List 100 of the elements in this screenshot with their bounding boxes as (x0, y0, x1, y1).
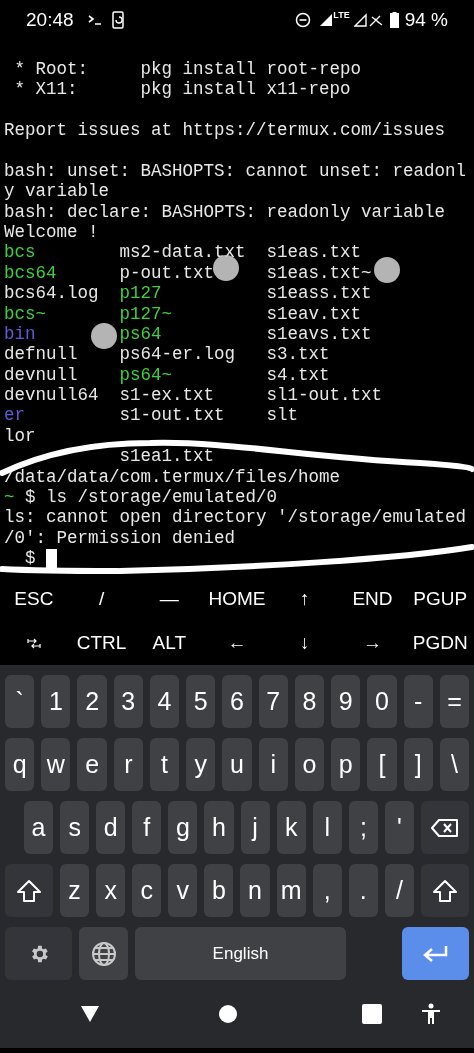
keyboard-key[interactable]: f (132, 801, 162, 854)
language-key[interactable] (79, 927, 128, 980)
keyboard-key[interactable]: , (312, 864, 342, 917)
keyboard-key[interactable]: v (168, 864, 198, 917)
keyboard-key[interactable]: 3 (113, 675, 143, 728)
extra-key[interactable]: ESC (0, 577, 68, 621)
keyboard-key[interactable]: x (96, 864, 126, 917)
enter-key[interactable] (402, 927, 469, 980)
keyboard-key[interactable]: u (222, 738, 252, 791)
file-name: devnull (4, 364, 78, 385)
keyboard-key[interactable]: s (60, 801, 90, 854)
prompt-symbol: $ (25, 548, 36, 569)
extra-key[interactable]: PGDN (406, 621, 474, 665)
enter-arrow-icon (421, 943, 450, 964)
keyboard-key[interactable]: z (60, 864, 90, 917)
file-name: ps64-er.log (119, 344, 236, 365)
keyboard-key[interactable]: 8 (294, 675, 325, 728)
keyboard-key[interactable]: e (77, 738, 107, 791)
keyboard-key[interactable]: ; (348, 801, 378, 854)
keyboard-key[interactable]: k (276, 801, 306, 854)
file-name: defnull (4, 344, 78, 365)
keyboard-key[interactable]: j (240, 801, 270, 854)
terminal-line: Report issues at https://termux.com/issues (4, 120, 446, 141)
keyboard-key[interactable]: 0 (367, 675, 397, 728)
terminal-line: /data/data/com.termux/files/home (4, 466, 341, 487)
keyboard-key[interactable]: 5 (186, 675, 216, 728)
command-text: ls /storage/emulated/0 (46, 486, 278, 508)
signal-icon (319, 13, 334, 27)
extra-key[interactable]: / (67, 577, 136, 621)
keyboard-key[interactable]: 2 (77, 675, 107, 728)
keyboard-key[interactable]: . (348, 864, 378, 917)
space-key[interactable]: English (135, 927, 346, 980)
extra-key[interactable]: ↑ (270, 577, 339, 621)
file-name: s1eavs.txt (266, 323, 372, 344)
extra-key[interactable]: END (338, 577, 407, 621)
backspace-icon (431, 817, 460, 838)
file-name: bcs~ (4, 303, 46, 324)
keyboard-key[interactable]: m (276, 864, 306, 917)
keyboard-key[interactable]: ' (384, 801, 415, 854)
keyboard-key[interactable]: ] (403, 738, 433, 791)
shift-key[interactable] (420, 864, 469, 917)
keyboard-key[interactable]: - (403, 675, 433, 728)
keyboard-key[interactable]: l (312, 801, 342, 854)
keyboard-key[interactable]: r (113, 738, 143, 791)
keyboard-key[interactable]: \ (439, 738, 470, 791)
file-name: ps64~ (119, 364, 173, 385)
keyboard-key[interactable]: w (41, 738, 71, 791)
keyboard-key[interactable]: g (168, 801, 198, 854)
file-name: s1-ex.txt (119, 385, 215, 405)
accessibility-icon[interactable] (421, 1003, 441, 1025)
keyboard-key[interactable]: 7 (258, 675, 288, 728)
tab-icon (26, 637, 41, 649)
keyboard-key[interactable]: n (240, 864, 270, 917)
file-name: bcs (4, 242, 36, 263)
file-name: lor (4, 425, 36, 446)
file-name: p127 (119, 283, 162, 304)
extra-key[interactable]: → (338, 621, 407, 665)
extra-key[interactable]: ↓ (270, 621, 339, 665)
file-name: er (4, 405, 25, 426)
file-name: ms2-data.txt (119, 242, 246, 263)
keyboard-key[interactable]: 9 (331, 675, 361, 728)
shift-key[interactable] (5, 864, 53, 917)
keyboard-key[interactable]: p (331, 738, 361, 791)
extra-key[interactable]: ALT (135, 621, 204, 665)
keyboard-key[interactable]: 6 (222, 675, 252, 728)
file-name: s1eas.txt~ (266, 262, 372, 283)
keyboard-key[interactable]: 4 (149, 675, 180, 728)
battery-percent: 94 % (404, 7, 448, 32)
file-name: s4.txt (266, 364, 330, 385)
back-icon[interactable] (80, 1005, 100, 1023)
settings-key[interactable] (5, 927, 72, 980)
file-name: p-out.txt (119, 262, 215, 283)
keyboard-key[interactable]: = (439, 675, 470, 728)
keyboard-key[interactable]: [ (367, 738, 397, 791)
terminal-line: Welcome ! (4, 222, 99, 243)
keyboard-key[interactable]: o (294, 738, 325, 791)
keyboard-key[interactable]: ` (5, 675, 35, 728)
prompt-directory: ~ (4, 486, 15, 508)
extra-key[interactable]: ← (203, 621, 271, 665)
file-name: s1eas.txt (266, 242, 362, 263)
home-icon[interactable] (219, 1005, 237, 1023)
keyboard-key[interactable]: / (384, 864, 414, 917)
extra-key[interactable]: CTRL (67, 621, 136, 665)
extra-key[interactable]: ― (135, 577, 204, 621)
keyboard-key[interactable]: i (258, 738, 288, 791)
keyboard-key[interactable]: q (5, 738, 35, 791)
extra-key[interactable]: HOME (203, 577, 271, 621)
keyboard-key[interactable]: t (149, 738, 180, 791)
keyboard-key[interactable]: a (24, 801, 54, 854)
signal-no-data-icon (353, 13, 384, 27)
globe-icon (90, 940, 117, 967)
keyboard-key[interactable]: d (96, 801, 126, 854)
keyboard-key[interactable]: c (132, 864, 162, 917)
keyboard-key[interactable]: y (186, 738, 216, 791)
extra-key[interactable]: PGUP (406, 577, 474, 621)
phone-rotation-icon (111, 11, 125, 29)
keyboard-key[interactable]: b (204, 864, 234, 917)
keyboard-key[interactable]: h (204, 801, 234, 854)
keyboard-key[interactable]: 1 (41, 675, 71, 728)
backspace-key[interactable] (421, 801, 470, 854)
